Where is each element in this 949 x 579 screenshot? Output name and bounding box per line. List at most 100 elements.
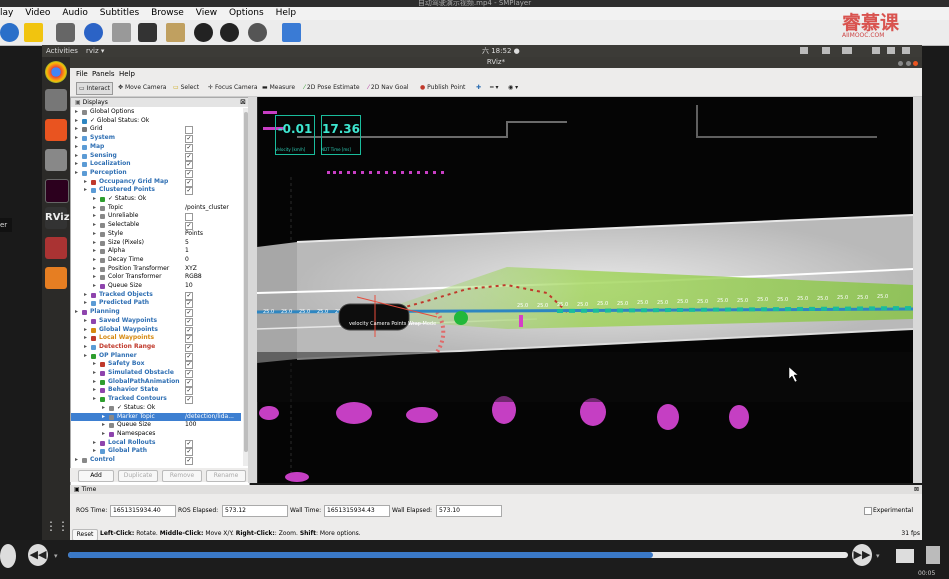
expand-arrow-icon[interactable]: ▸: [84, 317, 87, 326]
tree-row[interactable]: ▸ Clustered Points ✓: [71, 186, 241, 196]
window-controls[interactable]: [898, 59, 918, 66]
property-value[interactable]: /points_cluster: [185, 204, 229, 213]
expand-arrow-icon[interactable]: ▸: [93, 369, 96, 378]
expand-arrow-icon[interactable]: ▸: [102, 404, 105, 413]
forward-button[interactable]: ▶▶: [852, 544, 872, 566]
expand-arrow-icon[interactable]: ▸: [84, 343, 87, 352]
expand-arrow-icon[interactable]: ▸: [93, 212, 96, 221]
tree-row[interactable]: ▸ Tracked Objects ✓: [71, 291, 241, 300]
expand-arrow-icon[interactable]: ▸: [75, 169, 78, 178]
tree-row[interactable]: ▸ Saved Waypoints ✓: [71, 317, 241, 326]
tool-publish-point[interactable]: ● Publish Point: [418, 82, 467, 93]
ros-elapsed-field[interactable]: 573.12: [222, 505, 288, 517]
tree-row[interactable]: ▸ Safety Box ✓: [71, 360, 241, 370]
expand-arrow-icon[interactable]: ▸: [93, 395, 96, 404]
tool-focus-camera[interactable]: ✛ Focus Camera: [206, 82, 260, 93]
rviz-menu-panels[interactable]: Panels: [92, 68, 115, 80]
expand-arrow-icon[interactable]: ▸: [84, 326, 87, 335]
expand-arrow-icon[interactable]: ▸: [75, 125, 78, 134]
tree-row[interactable]: ▸ Local Waypoints ✓: [71, 334, 241, 344]
expand-arrow-icon[interactable]: ▸: [93, 230, 96, 239]
tree-row[interactable]: ▸ Global Waypoints ✓: [71, 326, 241, 335]
clock[interactable]: 六 18:52 ●: [482, 45, 520, 57]
tree-row[interactable]: ▸ Namespaces: [71, 430, 241, 439]
tree-row[interactable]: ▸ Simulated Obstacle ✓: [71, 369, 241, 378]
property-value[interactable]: 10: [185, 282, 193, 291]
tree-row[interactable]: ▸ Localization ✓: [71, 160, 241, 170]
save-icon[interactable]: [138, 23, 157, 42]
wall-time-field[interactable]: 1651315934.43: [324, 505, 390, 517]
rewind-button[interactable]: ◀◀: [28, 544, 48, 566]
tree-row[interactable]: ▸ Sensing ✓: [71, 152, 241, 161]
screenshot-icon[interactable]: [56, 23, 75, 42]
tool-move-camera[interactable]: ✥ Move Camera: [116, 82, 168, 93]
tree-row[interactable]: ▸ Tracked Contours ✓: [71, 395, 241, 405]
tool-add-icon[interactable]: ✚: [474, 82, 483, 93]
expand-arrow-icon[interactable]: ▸: [93, 447, 96, 456]
fullscreen-icon[interactable]: [896, 549, 914, 563]
info-icon[interactable]: [84, 23, 103, 42]
tree-row[interactable]: ▸ Marker Topic/detection/lida...: [71, 412, 241, 422]
expand-arrow-icon[interactable]: ▸: [93, 256, 96, 265]
expand-arrow-icon[interactable]: ▸: [84, 352, 87, 361]
expand-arrow-icon[interactable]: ▸: [93, 378, 96, 387]
tool-interact[interactable]: ▭ Interact: [76, 82, 113, 95]
tree-row[interactable]: ▸ Planning ✓: [71, 308, 241, 318]
expand-arrow-icon[interactable]: ▸: [75, 134, 78, 143]
expand-arrow-icon[interactable]: ▸: [75, 456, 78, 465]
tree-row[interactable]: ▸ ✓ Status: Ok: [71, 404, 241, 413]
panel-splitter[interactable]: [248, 97, 257, 483]
camera-indicator-icon[interactable]: [800, 47, 808, 54]
tree-row[interactable]: ▸ Position Transformer XYZ: [71, 265, 241, 274]
property-value[interactable]: /detection/lida...: [185, 413, 234, 422]
visibility-checkbox[interactable]: ✓: [185, 457, 193, 465]
expand-arrow-icon[interactable]: ▸: [84, 186, 87, 195]
tree-row[interactable]: ▸ GlobalPathAnimation ✓: [71, 378, 241, 387]
network-indicator-icon[interactable]: [842, 47, 852, 54]
rewind-menu-icon[interactable]: ▾: [54, 552, 58, 560]
property-value[interactable]: RGB8: [185, 273, 202, 282]
software-center-icon[interactable]: [45, 119, 67, 141]
menu-browse[interactable]: Browse: [151, 8, 184, 18]
terminal-icon[interactable]: [45, 179, 69, 203]
expand-arrow-icon[interactable]: ▸: [84, 291, 87, 300]
property-value[interactable]: 100: [185, 421, 196, 430]
tree-row[interactable]: ▸ Perception ✓: [71, 169, 241, 178]
preferences-tools-icon[interactable]: [166, 23, 185, 42]
wifi-icon[interactable]: [872, 47, 880, 54]
playlist-icon[interactable]: [112, 23, 131, 42]
expand-arrow-icon[interactable]: ▸: [93, 360, 96, 369]
tool-2d-nav-goal[interactable]: ⁄ 2D Nav Goal: [366, 82, 411, 93]
power-icon[interactable]: [902, 47, 910, 54]
tool-remove-icon[interactable]: ━ ▾: [488, 82, 501, 93]
duplicate-button[interactable]: Duplicate: [118, 470, 158, 482]
tree-row[interactable]: ▸ Behavior State ✓: [71, 386, 241, 396]
tree-row[interactable]: ▸ Alpha 1: [71, 247, 241, 256]
tool-zoom-icon[interactable]: ◉ ▾: [506, 82, 520, 93]
property-value[interactable]: 5: [185, 239, 189, 248]
tool-2d-pose-estimate[interactable]: ⁄ 2D Pose Estimate: [302, 82, 362, 93]
tree-row[interactable]: ▸ Local Rollouts ✓: [71, 439, 241, 448]
expand-arrow-icon[interactable]: ▸: [75, 108, 78, 117]
show-apps-grid-icon[interactable]: ⋮⋮: [45, 515, 69, 537]
keyboard-indicator-icon[interactable]: [822, 47, 830, 54]
tree-row[interactable]: ▸ Color Transformer RGB8: [71, 273, 241, 282]
close-time-panel-icon[interactable]: ⊠: [914, 485, 919, 494]
seek-bar[interactable]: [68, 552, 848, 558]
activities-button[interactable]: Activities: [46, 45, 78, 57]
favorites-star-icon[interactable]: [24, 23, 43, 42]
expand-arrow-icon[interactable]: ▸: [102, 430, 105, 439]
tree-row[interactable]: ▸ Topic/points_cluster: [71, 204, 241, 213]
rviz-icon[interactable]: RViz: [45, 207, 70, 229]
tree-row[interactable]: ▸ Occupancy Grid Map ✓: [71, 178, 241, 187]
tree-row[interactable]: ▸ System ✓: [71, 134, 241, 144]
open-icon[interactable]: [0, 23, 19, 42]
expand-arrow-icon[interactable]: ▸: [75, 152, 78, 161]
tree-row[interactable]: ▸ Predicted Path ✓: [71, 299, 241, 309]
layers-app-icon[interactable]: [45, 267, 67, 289]
volume-speaker-icon[interactable]: [926, 546, 940, 564]
camera-app-icon[interactable]: [45, 149, 67, 171]
tree-row[interactable]: ▸ OP Planner ✓: [71, 352, 241, 361]
expand-arrow-icon[interactable]: ▸: [102, 413, 105, 422]
tree-row[interactable]: ▸ Global Path ✓: [71, 447, 241, 457]
